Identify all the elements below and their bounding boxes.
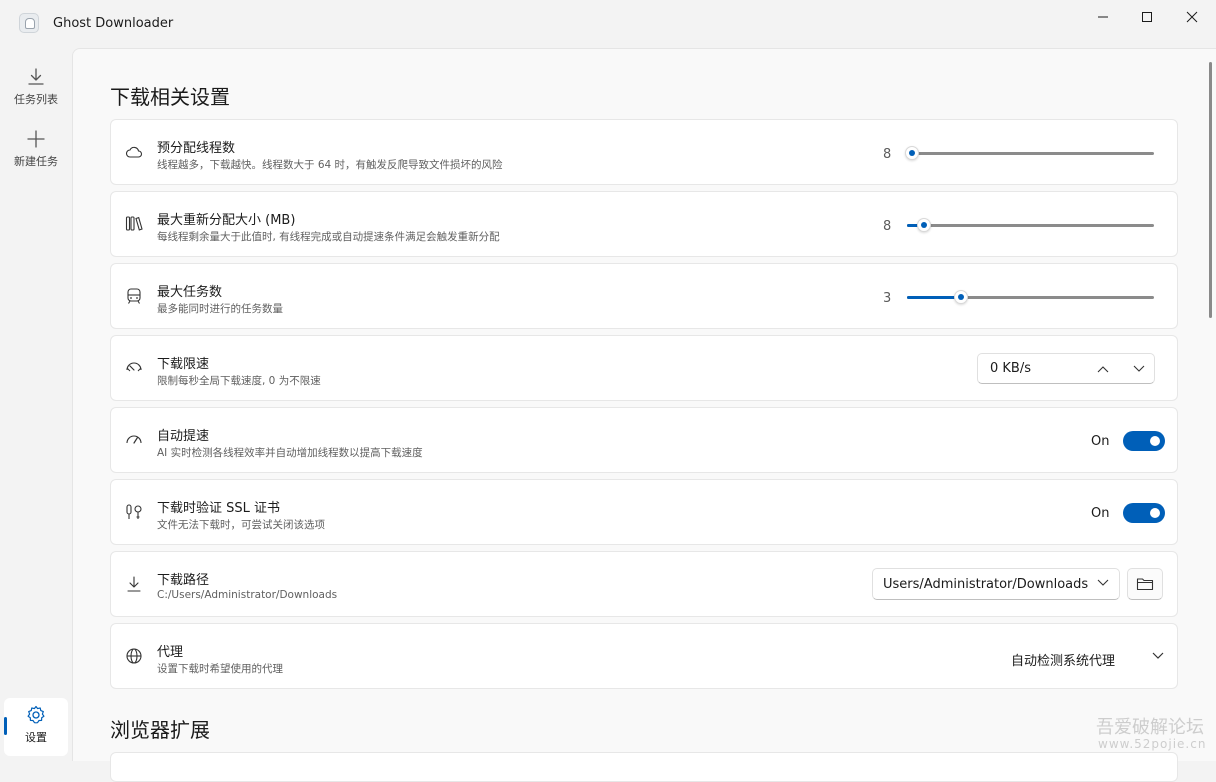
download-path-combobox[interactable]: Users/Administrator/Downloads (872, 568, 1120, 600)
setting-description: 最多能同时进行的任务数量 (157, 303, 283, 315)
setting-description: AI 实时检测各线程效率并自动增加线程数以提高下载速度 (157, 447, 423, 459)
library-icon (125, 216, 143, 231)
decrease-button[interactable] (1128, 360, 1150, 378)
download-path-value: Users/Administrator/Downloads (883, 577, 1089, 592)
setting-description: 设置下载时希望使用的代理 (157, 663, 283, 675)
slider-thumb[interactable] (904, 146, 919, 160)
selected-indicator (4, 717, 7, 735)
setting-title: 下载路径 (157, 573, 210, 588)
slider-thumb[interactable] (917, 218, 932, 232)
max-tasks-slider[interactable] (907, 290, 1154, 304)
slider-value: 8 (883, 219, 892, 234)
maximize-icon (1142, 12, 1152, 22)
setting-title: 预分配线程数 (157, 141, 236, 156)
section-title-browser-extension: 浏览器扩展 (110, 718, 210, 742)
increase-button[interactable] (1092, 360, 1114, 378)
setting-card-auto-speed: 自动提速 AI 实时检测各线程效率并自动增加线程数以提高下载速度 On (110, 407, 1178, 473)
chevron-down-icon[interactable] (1152, 652, 1164, 660)
title-bar: Ghost Downloader (0, 0, 1216, 48)
setting-card-browser-extension (110, 752, 1178, 782)
gear-icon (27, 705, 45, 724)
sidebar-item-label: 设置 (25, 731, 47, 744)
window-title: Ghost Downloader (53, 16, 174, 31)
speed-limit-spinbox[interactable]: 0 KB/s (977, 353, 1155, 384)
minimize-button[interactable] (1081, 0, 1125, 34)
browse-folder-button[interactable] (1127, 568, 1163, 600)
scrollbar[interactable] (1209, 62, 1212, 318)
setting-description: 每线程剩余量大于此值时, 有线程完成或自动提速条件满足会触发重新分配 (157, 231, 500, 243)
sidebar-item-settings[interactable]: 设置 (4, 698, 68, 756)
slider-track (907, 152, 1154, 155)
download-icon (28, 68, 44, 85)
maximize-button[interactable] (1125, 0, 1169, 34)
plus-icon (27, 130, 45, 148)
sidebar-item-new-task[interactable]: 新建任务 (4, 122, 68, 180)
chevron-down-icon (1133, 365, 1145, 372)
minimize-icon (1098, 16, 1108, 18)
sidebar-item-label: 新建任务 (14, 155, 58, 168)
proxy-value: 自动检测系统代理 (1011, 654, 1116, 669)
watermark-text: 吾爱破解论坛 (1096, 717, 1204, 738)
auto-speed-toggle[interactable] (1123, 431, 1165, 451)
sidebar-item-label: 任务列表 (14, 93, 58, 106)
speedometer-icon (126, 362, 142, 372)
resegment-slider[interactable] (907, 218, 1154, 232)
toggle-state-label: On (1091, 434, 1110, 449)
chevron-up-icon (1097, 366, 1109, 373)
slider-thumb[interactable] (954, 290, 969, 304)
slider-track (907, 224, 1154, 227)
setting-card-speed-limit: 下载限速 限制每秒全局下载速度, 0 为不限速 0 KB/s (110, 335, 1178, 401)
setting-title: 最大任务数 (157, 285, 223, 300)
slider-value: 8 (883, 147, 892, 162)
setting-title: 自动提速 (157, 429, 210, 444)
chevron-down-icon (1097, 579, 1109, 586)
setting-card-max-tasks: 最大任务数 最多能同时进行的任务数量 3 (110, 263, 1178, 329)
section-title-download: 下载相关设置 (110, 85, 230, 109)
gauge-icon (126, 435, 142, 444)
setting-card-threads: 预分配线程数 线程越多，下载越快。线程数大于 64 时，有触发反爬导致文件损坏的… (110, 119, 1178, 185)
speed-limit-value: 0 KB/s (990, 361, 1031, 376)
setting-title: 最大重新分配大小 (MB) (157, 213, 296, 228)
toggle-state-label: On (1091, 506, 1110, 521)
slider-fill (907, 296, 962, 299)
setting-description: 线程越多，下载越快。线程数大于 64 时，有触发反爬导致文件损坏的风险 (157, 159, 503, 171)
cloud-icon (125, 146, 142, 158)
setting-description: 文件无法下载时，可尝试关闭该选项 (157, 519, 325, 531)
setting-description: 限制每秒全局下载速度, 0 为不限速 (157, 375, 321, 387)
setting-card-download-path: 下载路径 C:/Users/Administrator/Downloads Us… (110, 551, 1178, 617)
download-icon (127, 576, 141, 592)
setting-card-resegment: 最大重新分配大小 (MB) 每线程剩余量大于此值时, 有线程完成或自动提速条件满… (110, 191, 1178, 257)
threads-slider[interactable] (904, 146, 1154, 160)
setting-title: 下载限速 (157, 357, 210, 372)
train-icon (127, 288, 141, 304)
setting-title: 下载时验证 SSL 证书 (157, 501, 281, 516)
setting-title: 代理 (157, 645, 184, 660)
close-button[interactable] (1170, 0, 1214, 34)
app-ghost-icon (19, 13, 39, 33)
certificate-icon (126, 504, 142, 519)
globe-icon (126, 648, 142, 664)
setting-card-ssl-verify: 下载时验证 SSL 证书 文件无法下载时，可尝试关闭该选项 On (110, 479, 1178, 545)
close-icon (1186, 11, 1198, 23)
setting-card-proxy[interactable]: 代理 设置下载时希望使用的代理 自动检测系统代理 (110, 623, 1178, 689)
folder-icon (1136, 578, 1154, 591)
ssl-verify-toggle[interactable] (1123, 503, 1165, 523)
sidebar-item-task-list[interactable]: 任务列表 (4, 60, 68, 118)
watermark-url: www.52pojie.cn (1098, 737, 1207, 751)
setting-description: C:/Users/Administrator/Downloads (157, 589, 338, 601)
slider-value: 3 (883, 291, 892, 306)
